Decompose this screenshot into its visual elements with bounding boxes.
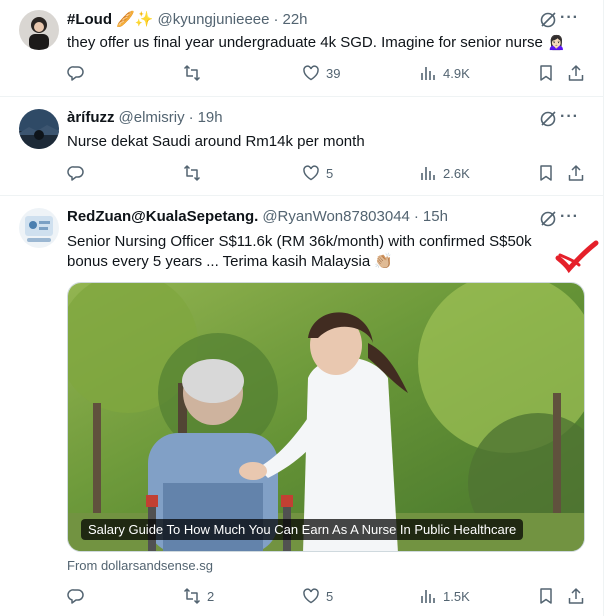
bookmark-icon [540,588,552,604]
tweet-3[interactable]: RedZuan@KualaSepetang. @RyanWon87803044 … [0,196,603,616]
tweet-actions: 2 5 1.5K [67,587,587,607]
tweet-header: RedZuan@KualaSepetang. @RyanWon87803044 … [67,208,448,225]
repost-button[interactable]: 2 [183,587,214,605]
heart-icon [303,165,319,181]
view-count: 4.9K [443,65,470,81]
share-icon [568,588,584,604]
share-icon [568,65,584,81]
tweet-text: Senior Nursing Officer S$11.6k (RM 36k/m… [67,233,532,270]
bookmark-button[interactable] [537,164,555,182]
view-count: 1.5K [443,588,470,604]
tweet-header: #Loud 🥖✨ @kyungjunieeee · 22h [67,10,308,29]
reply-button[interactable] [67,64,91,82]
repost-icon [183,588,201,604]
reply-icon [67,66,84,81]
like-count: 5 [326,165,334,181]
heart-icon [303,65,319,81]
separator-dot: · [188,109,194,126]
tweet-actions: 5 2.6K [67,164,587,184]
like-button[interactable]: 5 [302,587,333,605]
more-icon[interactable]: ··· [560,108,579,126]
timestamp[interactable]: 22h [283,11,308,28]
avatar[interactable] [19,208,59,248]
tweet-1[interactable]: #Loud 🥖✨ @kyungjunieeee · 22h ··· they o… [0,0,603,97]
reply-button[interactable] [67,587,91,605]
card-source[interactable]: From dollarsandsense.sg [67,558,213,573]
repost-icon [183,65,201,81]
tweet-2[interactable]: àrífuzz @elmisriy · 19h ··· Nurse dekat … [0,97,603,196]
display-name[interactable]: #Loud 🥖✨ [67,10,154,28]
like-button[interactable]: 5 [302,164,333,182]
share-button[interactable] [567,164,585,182]
grok-icon[interactable] [539,11,557,29]
views-button[interactable]: 1.5K [419,587,470,605]
timeline-border [603,0,607,616]
reply-icon [67,166,84,181]
tweet-text: Nurse dekat Saudi around Rm14k per month [67,133,365,150]
views-icon [421,167,435,180]
timestamp[interactable]: 19h [198,109,223,126]
red-mark-annotation [555,240,599,274]
tweet-header: àrífuzz @elmisriy · 19h [67,109,223,126]
tweet-actions: 39 4.9K [67,64,587,84]
repost-button[interactable] [183,64,207,82]
grok-icon[interactable] [539,210,557,228]
bookmark-icon [540,165,552,181]
card-caption: Salary Guide To How Much You Can Earn As… [81,519,524,540]
views-button[interactable]: 2.6K [419,164,470,182]
separator-dot: · [413,208,419,225]
display-name[interactable]: RedZuan@KualaSepetang. [67,208,258,225]
share-icon [568,165,584,181]
repost-icon [183,165,201,181]
card-image [68,283,584,551]
more-icon[interactable]: ··· [560,208,579,226]
bookmark-button[interactable] [537,64,555,82]
avatar[interactable] [19,109,59,149]
link-card[interactable]: Salary Guide To How Much You Can Earn As… [67,282,585,552]
avatar[interactable] [19,10,59,50]
share-button[interactable] [567,587,585,605]
views-button[interactable]: 4.9K [419,64,470,82]
separator-dot: · [273,10,279,28]
views-icon [421,590,435,603]
bookmark-button[interactable] [537,587,555,605]
reply-icon [67,589,84,604]
reply-button[interactable] [67,164,91,182]
views-icon [421,67,435,80]
tweet-text: they offer us final year undergraduate 4… [67,34,566,51]
more-icon[interactable]: ··· [560,9,579,27]
repost-count: 2 [207,588,215,604]
handle[interactable]: @kyungjunieeee [158,11,270,28]
bookmark-icon [540,65,552,81]
repost-button[interactable] [183,164,207,182]
handle[interactable]: @elmisriy [119,109,185,126]
display-name[interactable]: àrífuzz [67,109,115,126]
timestamp[interactable]: 15h [423,208,448,225]
like-count: 5 [326,588,334,604]
grok-icon[interactable] [539,110,557,128]
like-button[interactable]: 39 [302,64,340,82]
handle[interactable]: @RyanWon87803044 [262,208,410,225]
heart-icon [303,588,319,604]
like-count: 39 [326,65,341,81]
view-count: 2.6K [443,165,470,181]
share-button[interactable] [567,64,585,82]
